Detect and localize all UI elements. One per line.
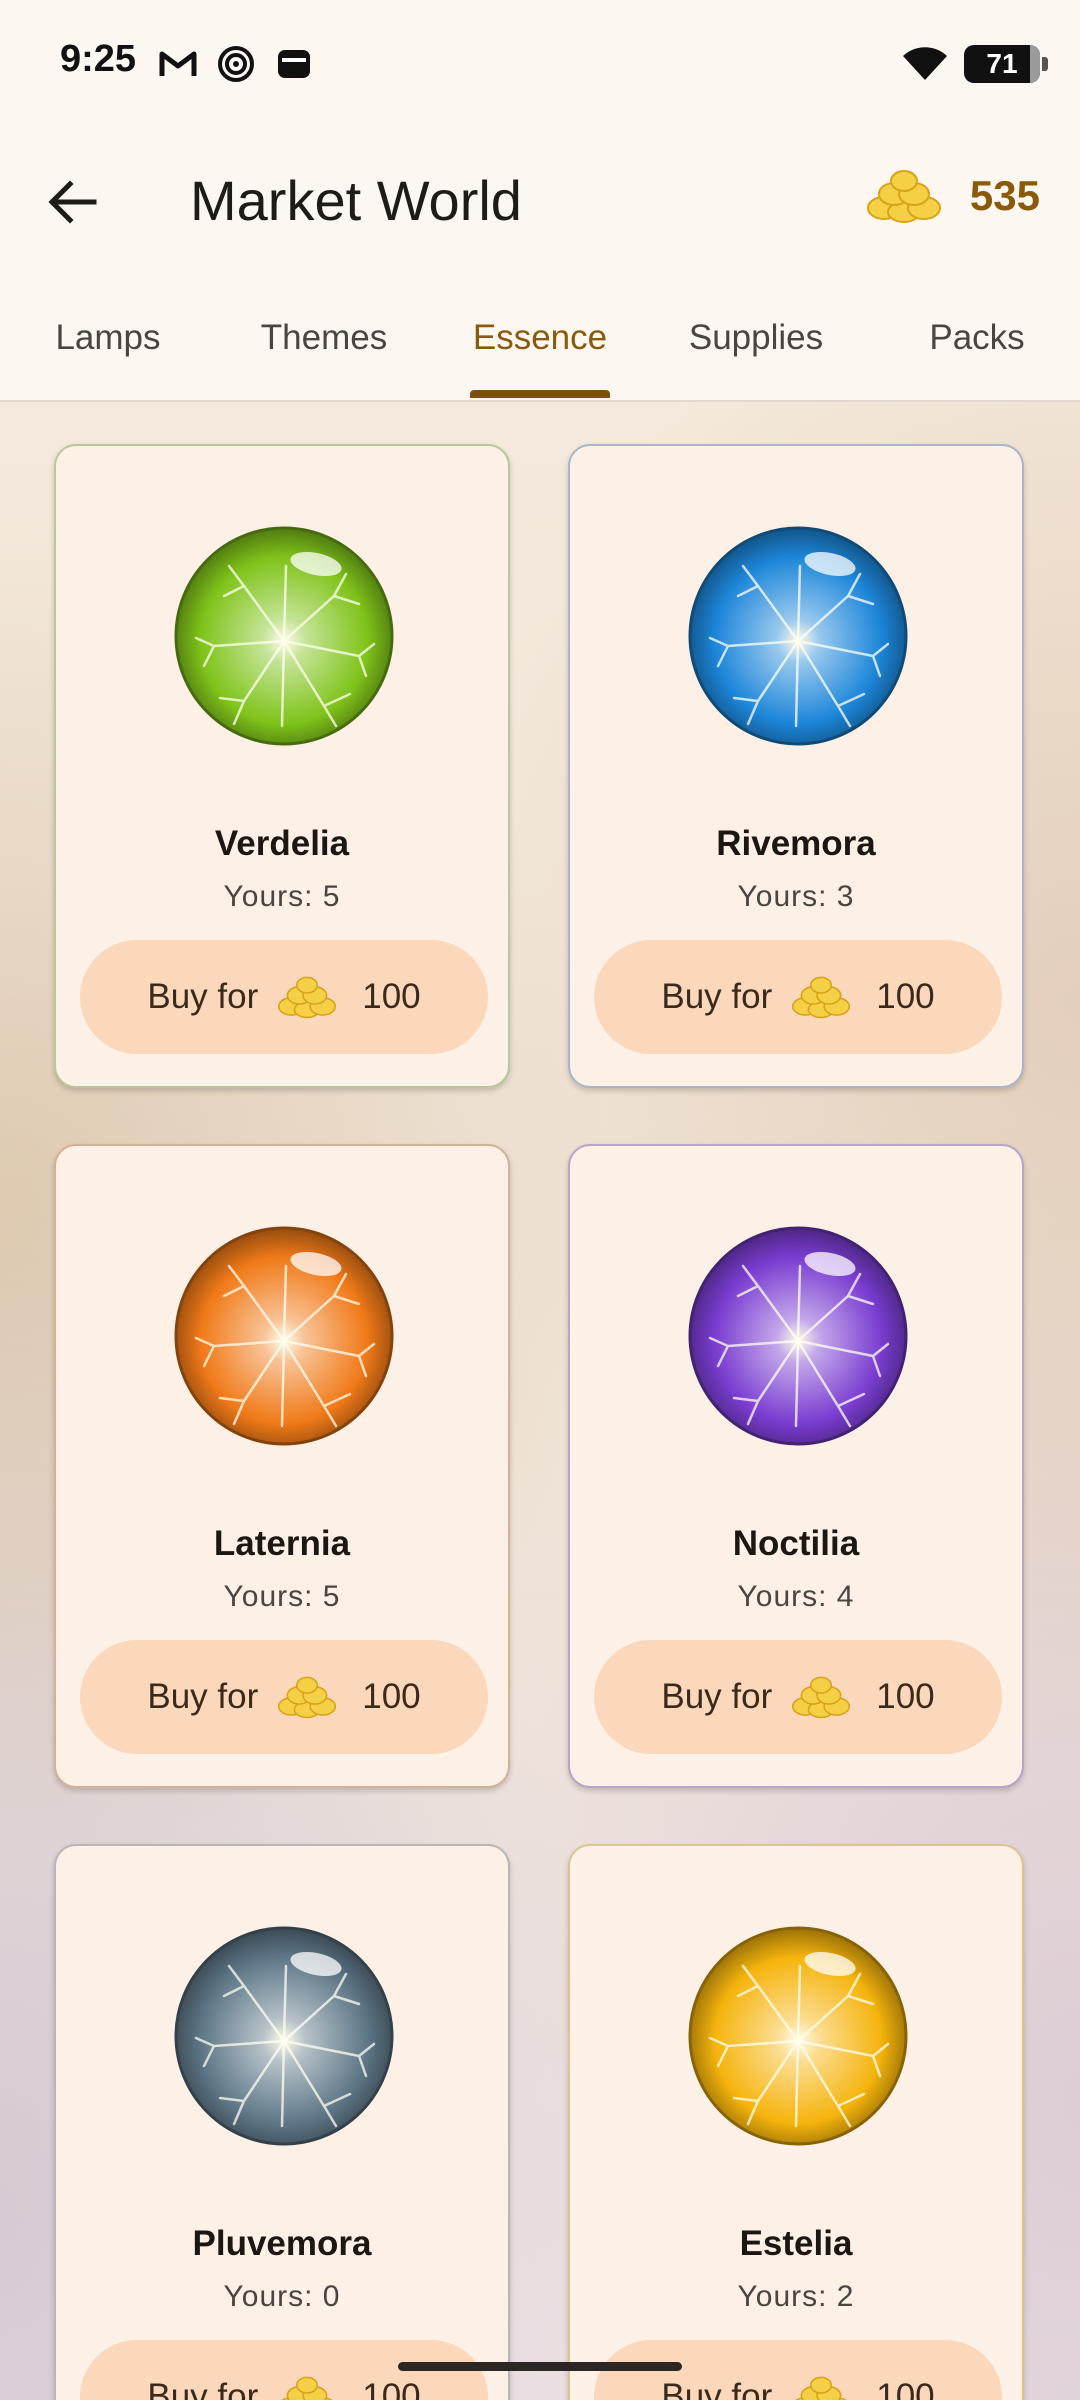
essence-name: Estelia xyxy=(739,2224,853,2263)
essence-card[interactable]: Estelia Yours: 2 Buy for 100 xyxy=(568,1844,1024,2400)
tab-themes[interactable]: Themes xyxy=(244,318,404,358)
essence-card[interactable]: Noctilia Yours: 4 Buy for 100 xyxy=(568,1144,1024,1788)
blue-essence-orb-icon xyxy=(688,526,908,746)
purple-essence-orb-icon xyxy=(688,1226,908,1446)
coin-balance: 535 xyxy=(862,168,1040,224)
buy-button[interactable]: Buy for 100 xyxy=(594,940,1002,1054)
app-bar: Market World 535 xyxy=(0,130,1080,270)
buy-button[interactable]: Buy for 100 xyxy=(80,940,488,1054)
status-bar: 9:25 71 xyxy=(0,0,1080,130)
wifi-icon xyxy=(903,47,947,80)
essence-owned-count: Yours: 2 xyxy=(737,2280,855,2313)
buy-price: 100 xyxy=(362,977,421,1016)
coin-pile-icon xyxy=(281,2376,333,2400)
essence-name: Pluvemora xyxy=(192,2224,372,2263)
essence-name: Laternia xyxy=(213,1524,351,1563)
buy-price: 100 xyxy=(876,977,935,1016)
page-title: Market World xyxy=(190,169,522,232)
buy-label: Buy for xyxy=(147,1677,259,1716)
essence-grid: Verdelia Yours: 5 Buy for 100 Rivemora Yours:… xyxy=(0,402,1080,2400)
coin-pile-icon xyxy=(278,1676,337,1719)
essence-owned-count: Yours: 0 xyxy=(223,2280,341,2313)
essence-card[interactable]: Pluvemora Yours: 0 Buy for 100 xyxy=(54,1844,510,2400)
buy-button[interactable]: Buy for 100 xyxy=(594,1640,1002,1754)
tab-indicator xyxy=(470,390,610,398)
tab-supplies[interactable]: Supplies xyxy=(676,318,836,358)
spiral-app-icon xyxy=(218,46,254,82)
buy-price: 100 xyxy=(876,2377,935,2400)
coin-pile-icon xyxy=(792,1676,851,1719)
orange-essence-orb-icon xyxy=(174,1226,394,1446)
battery-indicator: 71 xyxy=(964,45,1048,83)
essence-owned-count: Yours: 3 xyxy=(737,880,855,913)
buy-price: 100 xyxy=(362,1677,421,1716)
coin-pile-icon xyxy=(792,976,851,1019)
buy-label: Buy for xyxy=(661,2377,773,2400)
buy-label: Buy for xyxy=(661,1677,773,1716)
yellow-essence-orb-icon xyxy=(688,1926,908,2146)
essence-owned-count: Yours: 4 xyxy=(737,1580,855,1613)
essence-card[interactable]: Laternia Yours: 5 Buy for 100 xyxy=(54,1144,510,1788)
tab-packs[interactable]: Packs xyxy=(902,318,1052,358)
wallet-icon xyxy=(278,50,310,78)
tab-essence[interactable]: Essence xyxy=(460,318,620,358)
essence-name: Noctilia xyxy=(732,1524,860,1563)
buy-price: 100 xyxy=(362,2377,421,2400)
tab-lamps[interactable]: Lamps xyxy=(30,318,186,358)
buy-price: 100 xyxy=(876,1677,935,1716)
gmail-icon xyxy=(159,51,197,76)
coin-pile-icon xyxy=(278,976,337,1019)
essence-owned-count: Yours: 5 xyxy=(223,880,341,913)
gray-essence-orb-icon xyxy=(174,1926,394,2146)
battery-level: 71 xyxy=(986,48,1018,79)
back-arrow-icon[interactable] xyxy=(42,170,106,234)
essence-name: Verdelia xyxy=(214,824,350,863)
buy-label: Buy for xyxy=(147,977,259,1016)
essence-card[interactable]: Rivemora Yours: 3 Buy for 100 xyxy=(568,444,1024,1088)
coin-pile-icon xyxy=(795,2376,847,2400)
coin-balance-value: 535 xyxy=(969,172,1040,219)
status-time: 9:25 xyxy=(60,38,137,80)
home-indicator[interactable] xyxy=(398,2362,682,2371)
category-tabs: Lamps Themes Essence Supplies Packs xyxy=(0,290,1080,402)
essence-name: Rivemora xyxy=(716,824,876,863)
essence-owned-count: Yours: 5 xyxy=(223,1580,341,1613)
essence-card[interactable]: Verdelia Yours: 5 Buy for 100 xyxy=(54,444,510,1088)
buy-label: Buy for xyxy=(661,977,773,1016)
buy-label: Buy for xyxy=(147,2377,259,2400)
coin-pile-icon xyxy=(866,170,941,223)
green-essence-orb-icon xyxy=(174,526,394,746)
buy-button[interactable]: Buy for 100 xyxy=(80,1640,488,1754)
